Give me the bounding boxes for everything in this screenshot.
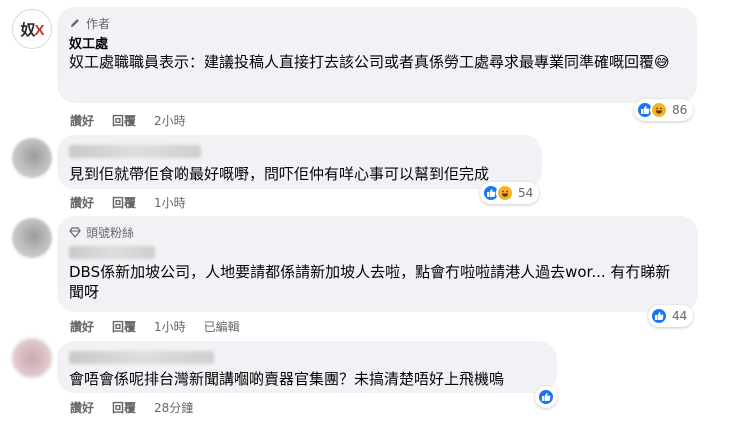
- edited-label[interactable]: 已編輯: [204, 318, 240, 335]
- reaction-count: 54: [518, 186, 534, 200]
- reply-button[interactable]: 回覆: [112, 194, 136, 211]
- haha-icon: [650, 101, 668, 119]
- like-icon: [650, 307, 668, 325]
- timestamp[interactable]: 1小時: [154, 318, 186, 335]
- comment-actions: 讚好 回覆 2小時: [70, 112, 186, 129]
- timestamp[interactable]: 2小時: [154, 112, 186, 129]
- comment-text: 會唔會係呢排台灣新聞講嗰啲賣器官集團？未搞清楚唔好上飛機嗚: [69, 370, 505, 388]
- pen-icon: [71, 19, 79, 27]
- comment-text: 見到佢就帶佢食啲最好嘅嘢，問吓佢仲有咩心事可以幫到佢完成: [69, 165, 490, 183]
- reply-button[interactable]: 回覆: [112, 318, 136, 335]
- reply-button[interactable]: 回覆: [112, 399, 136, 416]
- comment-bubble: 作者 奴工處 奴工處職職員表示：建議投稿人直接打去該公司或者真係勞工處尋求最專業…: [57, 7, 697, 103]
- reply-button[interactable]: 回覆: [112, 112, 136, 129]
- badge-label: 頭號粉絲: [86, 225, 135, 240]
- comment-actions: 讚好 回覆 1小時 已編輯: [70, 318, 240, 335]
- blurred-author-name[interactable]: [69, 351, 214, 364]
- like-icon: [537, 388, 555, 406]
- timestamp[interactable]: 1小時: [154, 194, 186, 211]
- author-avatar[interactable]: 奴X: [12, 9, 52, 49]
- haha-icon: [496, 184, 514, 202]
- blurred-author-name[interactable]: [69, 246, 155, 259]
- top-fan-badge: 頭號粉絲: [69, 224, 686, 240]
- reactions[interactable]: 54: [480, 182, 540, 204]
- comment-bubble: 見到佢就帶佢食啲最好嘅嘢，問吓佢仲有咩心事可以幫到佢完成: [57, 135, 542, 189]
- comment-actions: 讚好 回覆 28分鐘: [70, 399, 193, 416]
- reaction-count: 86: [672, 103, 688, 117]
- blurred-author-name[interactable]: [69, 145, 201, 158]
- reactions[interactable]: 86: [634, 99, 694, 121]
- logo-icon: 奴X: [20, 21, 44, 39]
- comment-text: DBS係新加坡公司，人地要請都係請新加坡人去啦，點會冇啦啦請港人過去wor...…: [69, 263, 671, 301]
- comment-text: 奴工處職職員表示：建議投稿人直接打去該公司或者真係勞工處尋求最專業同準確嘅回覆😅: [69, 53, 670, 71]
- like-button[interactable]: 讚好: [70, 112, 94, 129]
- like-button[interactable]: 讚好: [70, 194, 94, 211]
- reactions[interactable]: [535, 386, 557, 408]
- author-badge: 作者: [69, 15, 685, 31]
- reactions[interactable]: 44: [648, 305, 694, 327]
- timestamp[interactable]: 28分鐘: [154, 399, 193, 416]
- reaction-count: 44: [672, 309, 688, 323]
- comment-bubble: 會唔會係呢排台灣新聞講嗰啲賣器官集團？未搞清楚唔好上飛機嗚: [57, 341, 557, 393]
- author-name[interactable]: 奴工處: [69, 33, 685, 52]
- like-button[interactable]: 讚好: [70, 318, 94, 335]
- comment-actions: 讚好 回覆 1小時: [70, 194, 186, 211]
- badge-label: 作者: [86, 16, 111, 31]
- diamond-icon: [69, 227, 81, 238]
- like-button[interactable]: 讚好: [70, 399, 94, 416]
- avatar[interactable]: [12, 138, 52, 178]
- avatar[interactable]: [12, 218, 52, 258]
- avatar[interactable]: [12, 338, 52, 378]
- comment-bubble: 頭號粉絲 DBS係新加坡公司，人地要請都係請新加坡人去啦，點會冇啦啦請港人過去w…: [57, 216, 698, 312]
